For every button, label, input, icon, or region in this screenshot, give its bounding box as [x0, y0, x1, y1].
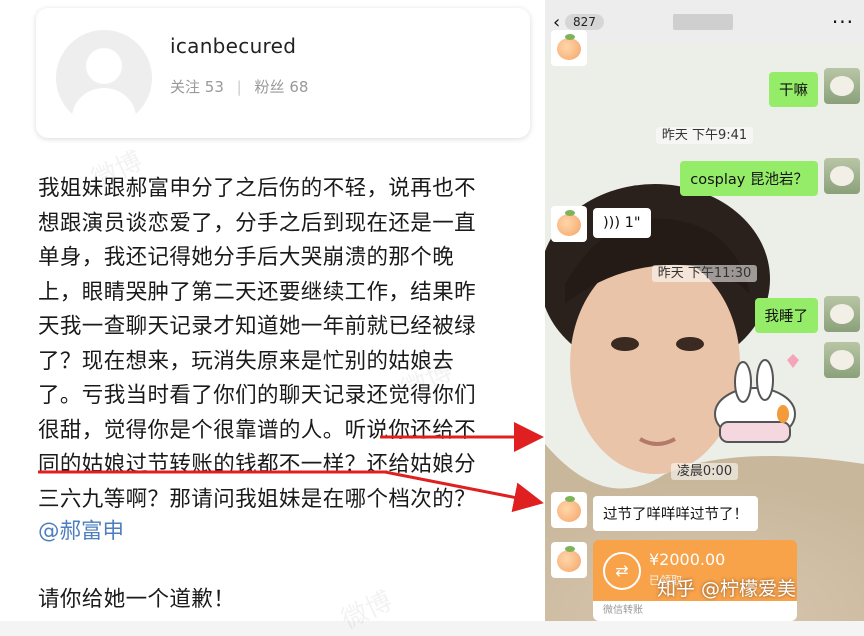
- message-timestamp: 昨天 下午11:30: [545, 262, 864, 282]
- contact-avatar[interactable]: [551, 206, 587, 242]
- message-bubble-sent[interactable]: cosplay 昆池岩？: [680, 161, 818, 196]
- message-timestamp: 凌晨0:00: [545, 460, 864, 480]
- chat-top-bar: ‹ 827 ···: [545, 0, 864, 44]
- weibo-post-panel: 微博 微博 微博 icanbecured 关注 53 | 粉丝 68 我姐妹跟郝…: [0, 0, 545, 635]
- post-line: 想跟演员谈恋爱了，分手之后到现在还是一直: [38, 210, 477, 236]
- post-line: 我姐妹跟郝富申分了之后伤的不轻，说再也不: [38, 176, 477, 201]
- message-bubble-received[interactable]: 过节了咩咩咩过节了！: [593, 496, 758, 531]
- avatar[interactable]: [56, 30, 152, 126]
- post-body: 我姐妹跟郝富申分了之后伤的不轻，说再也不 想跟演员谈恋爱了，分手之后到现在还是一…: [38, 172, 528, 517]
- profile-card[interactable]: icanbecured 关注 53 | 粉丝 68: [36, 8, 530, 138]
- self-avatar[interactable]: [824, 158, 860, 194]
- post-line: 了。亏我当时看了你们的聊天记录还觉得你们: [38, 383, 477, 408]
- post-line: 三六九等啊？那请问我姐妹是在哪个档次的？: [38, 486, 477, 512]
- wechat-chat-panel: ‹ 827 ··· 干嘛 昨天 下午9:41 cosplay 昆池岩？ ))) …: [545, 0, 864, 621]
- weibo-watermark: 微博: [337, 586, 397, 636]
- post-line: 上，眼睛哭肿了第二天还要继续工作，结果昨: [38, 279, 477, 305]
- message-bubble-sent[interactable]: 我睡了: [754, 298, 818, 333]
- transfer-footer: 微信转账: [593, 601, 797, 621]
- username[interactable]: icanbecured: [170, 34, 296, 58]
- message-bubble-sent[interactable]: 干嘛: [769, 72, 818, 107]
- post-line: 很甜，觉得你是个很靠谱的人。听说你还给不: [38, 417, 477, 443]
- contact-name-blurred: [673, 14, 733, 30]
- following-label[interactable]: 关注: [170, 78, 200, 96]
- stats-divider: |: [236, 78, 242, 96]
- post-closing: 请你给她一个道歉！: [38, 587, 236, 612]
- self-avatar[interactable]: [824, 68, 860, 104]
- self-avatar[interactable]: [824, 342, 860, 378]
- transfer-amount: ¥2000.00: [649, 550, 726, 569]
- followers-count[interactable]: 68: [289, 78, 308, 96]
- contact-avatar[interactable]: [551, 542, 587, 578]
- post-line: 同的姑娘过节转账的钱都不一样？还给姑娘分: [38, 452, 477, 477]
- voice-duration: 1": [624, 215, 641, 231]
- transfer-arrows-icon: ⇄: [603, 552, 641, 590]
- message-timestamp: 昨天 下午9:41: [545, 124, 864, 144]
- post-line: 天我一查聊天记录才知道她一年前就已经被绿: [38, 314, 477, 339]
- following-count[interactable]: 53: [205, 78, 224, 96]
- zhihu-watermark: 知乎 @柠檬爱美: [657, 578, 797, 600]
- unread-count-badge[interactable]: 827: [565, 14, 604, 30]
- more-options-icon[interactable]: ···: [832, 10, 854, 34]
- voice-wave-icon: ))): [603, 215, 625, 231]
- voice-message-bubble[interactable]: ))) 1": [593, 208, 651, 238]
- followers-label[interactable]: 粉丝: [255, 78, 285, 96]
- post-line: 了？现在想来，玩消失原来是忙别的姑娘去: [38, 348, 455, 374]
- follow-stats: 关注 53 | 粉丝 68: [170, 76, 308, 97]
- contact-avatar[interactable]: [551, 492, 587, 528]
- post-line: 单身，我还记得她分手后大哭崩溃的那个晚: [38, 245, 455, 270]
- mention-link[interactable]: @郝富申: [38, 514, 124, 545]
- contact-avatar[interactable]: [551, 30, 587, 66]
- self-avatar[interactable]: [824, 296, 860, 332]
